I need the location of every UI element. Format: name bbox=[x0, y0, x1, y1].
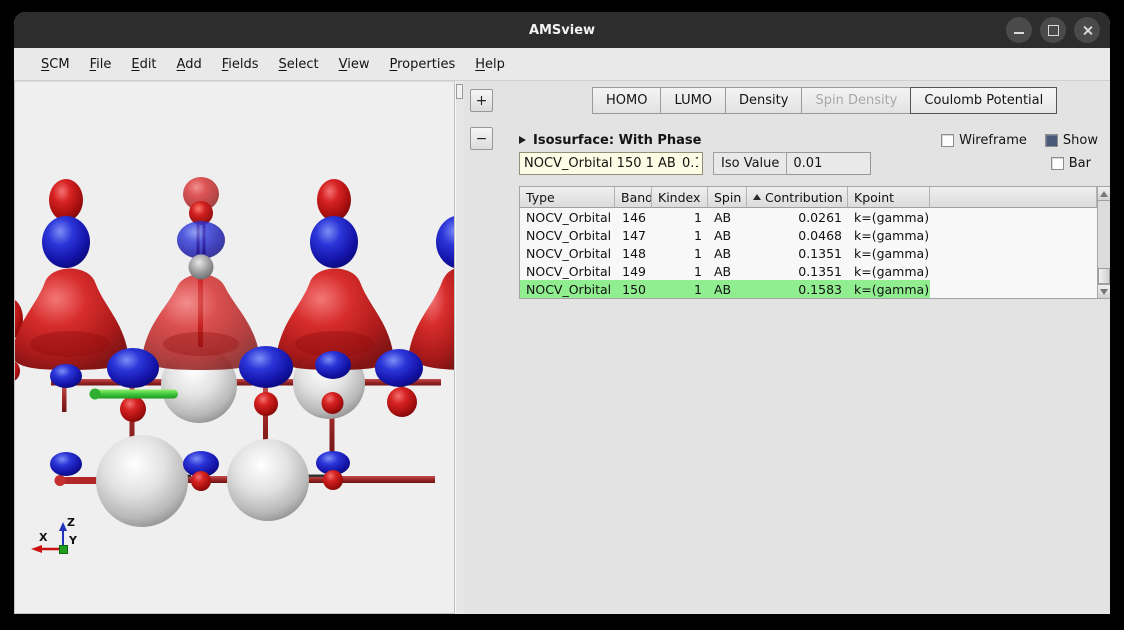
co-molecule bbox=[177, 177, 225, 280]
column-header-type[interactable]: Type bbox=[520, 187, 615, 208]
close-button[interactable] bbox=[1074, 17, 1100, 43]
panel-splitter[interactable] bbox=[455, 81, 464, 614]
sort-ascending-icon bbox=[753, 194, 761, 200]
amsview-window: AMSview SCM File Edit Add Fields Select … bbox=[14, 12, 1110, 614]
minimize-icon bbox=[1014, 32, 1024, 34]
tab-lumo[interactable]: LUMO bbox=[660, 87, 726, 114]
wireframe-checkbox-box[interactable] bbox=[941, 134, 954, 147]
bar-label: Bar bbox=[1069, 156, 1091, 171]
scrollbar-thumb[interactable] bbox=[1098, 268, 1110, 284]
table-row-selected[interactable]: NOCV_Orbital bbox=[520, 280, 615, 298]
tab-spin-density: Spin Density bbox=[801, 87, 911, 114]
menubar: SCM File Edit Add Fields Select View Pro… bbox=[14, 48, 1110, 81]
tab-density[interactable]: Density bbox=[725, 87, 802, 114]
table-row[interactable]: NOCV_Orbital bbox=[520, 244, 615, 262]
orbital-select-value-overflow: 0.1 bbox=[682, 156, 698, 171]
column-header-spin[interactable]: Spin bbox=[708, 187, 747, 208]
table-row[interactable]: NOCV_Orbital bbox=[520, 262, 615, 280]
maximize-icon bbox=[1048, 25, 1059, 36]
wireframe-checkbox[interactable]: Wireframe bbox=[941, 133, 1027, 148]
highlighted-bond[interactable] bbox=[90, 389, 179, 400]
field-tabs: HOMO LUMO Density Spin Density Coulomb P… bbox=[593, 87, 1057, 114]
remove-field-button[interactable]: − bbox=[470, 127, 493, 150]
scroll-down-button[interactable] bbox=[1098, 284, 1110, 298]
scroll-up-icon bbox=[1100, 191, 1108, 197]
bar-checkbox[interactable]: Bar bbox=[1051, 156, 1091, 171]
fields-panel: + HOMO LUMO Density Spin Density Coulomb… bbox=[464, 81, 1110, 614]
axis-triad: X Y Z bbox=[31, 516, 78, 554]
orbital-select-field[interactable]: NOCV_Orbital 150 1 AB 0.1 bbox=[519, 152, 703, 175]
orbital-table: Type Band Kindex Spin Contribution Kpoin… bbox=[519, 186, 1110, 299]
table-scrollbar[interactable] bbox=[1098, 186, 1110, 299]
minimize-button[interactable] bbox=[1006, 17, 1032, 43]
wireframe-label: Wireframe bbox=[959, 133, 1027, 148]
window-controls bbox=[1006, 17, 1100, 43]
menu-file[interactable]: File bbox=[87, 52, 115, 77]
column-header-kindex[interactable]: Kindex bbox=[652, 187, 708, 208]
tab-homo[interactable]: HOMO bbox=[592, 87, 661, 114]
menu-edit[interactable]: Edit bbox=[128, 52, 159, 77]
menu-properties[interactable]: Properties bbox=[387, 52, 459, 77]
bar-checkbox-box[interactable] bbox=[1051, 157, 1064, 170]
show-checkbox[interactable]: Show bbox=[1045, 133, 1098, 148]
y-axis-marker bbox=[60, 546, 68, 554]
menu-help[interactable]: Help bbox=[472, 52, 508, 77]
tab-coulomb-potential[interactable]: Coulomb Potential bbox=[910, 87, 1057, 114]
add-field-button[interactable]: + bbox=[470, 89, 493, 112]
show-label: Show bbox=[1063, 133, 1098, 148]
expander-collapsed-icon[interactable] bbox=[519, 136, 526, 144]
window-title: AMSview bbox=[529, 23, 595, 38]
molecule-viewport[interactable]: X Y Z bbox=[14, 81, 455, 614]
show-checkbox-box[interactable] bbox=[1045, 134, 1058, 147]
table-row[interactable]: NOCV_Orbital bbox=[520, 226, 615, 244]
scroll-up-button[interactable] bbox=[1098, 187, 1110, 201]
carbon-atom bbox=[189, 255, 214, 280]
desktop-background: AMSview SCM File Edit Add Fields Select … bbox=[0, 0, 1124, 630]
isosurface-settings-row: NOCV_Orbital 150 1 AB 0.1 Iso Value 0.01… bbox=[519, 152, 1098, 175]
iso-value-label: Iso Value bbox=[713, 152, 787, 175]
close-icon bbox=[1082, 25, 1093, 36]
isosurface-title: Isosurface: With Phase bbox=[533, 133, 702, 148]
menu-view[interactable]: View bbox=[336, 52, 373, 77]
titlebar[interactable]: AMSview bbox=[14, 12, 1110, 48]
iso-value-input[interactable]: 0.01 bbox=[787, 152, 871, 175]
axis-label-x: X bbox=[39, 531, 48, 544]
menu-select[interactable]: Select bbox=[276, 52, 322, 77]
menu-scm[interactable]: SCM bbox=[38, 52, 73, 77]
column-header-contribution[interactable]: Contribution bbox=[747, 187, 848, 208]
isosurface-scene: X Y Z bbox=[15, 82, 454, 613]
column-header-kpoint[interactable]: Kpoint bbox=[848, 187, 930, 208]
column-header-band[interactable]: Band bbox=[615, 187, 652, 208]
splitter-grip[interactable] bbox=[456, 84, 463, 99]
axis-label-z: Z bbox=[67, 516, 75, 529]
scroll-down-icon bbox=[1100, 289, 1108, 295]
menu-fields[interactable]: Fields bbox=[219, 52, 262, 77]
axis-label-y: Y bbox=[68, 534, 78, 547]
table-row[interactable]: NOCV_Orbital bbox=[520, 208, 615, 226]
isosurface-header-row: Isosurface: With Phase Wireframe Show bbox=[519, 131, 1098, 149]
menu-add[interactable]: Add bbox=[174, 52, 205, 77]
maximize-button[interactable] bbox=[1040, 17, 1066, 43]
orbital-select-value: NOCV_Orbital 150 1 AB bbox=[524, 156, 676, 171]
column-header-filler bbox=[930, 187, 1097, 208]
